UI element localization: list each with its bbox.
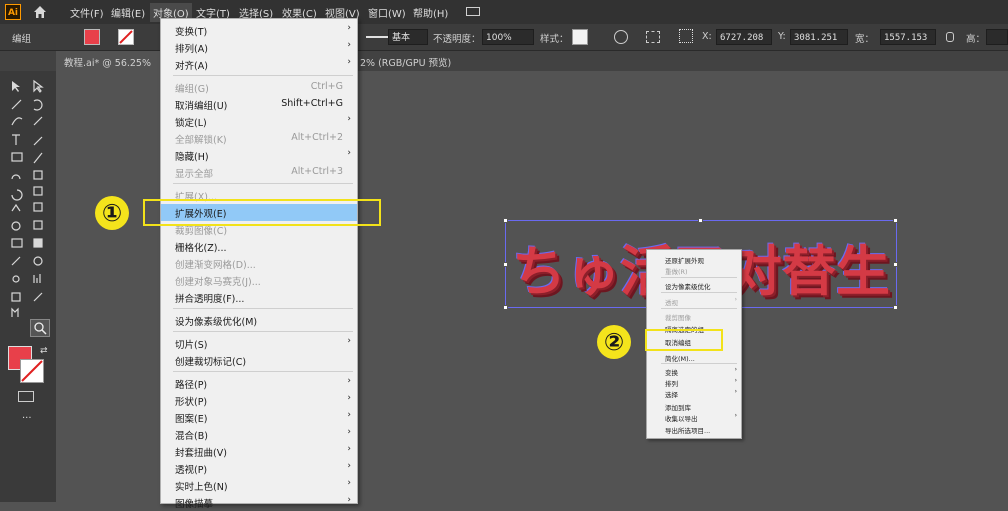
- width-input[interactable]: 1557.153: [880, 29, 936, 45]
- ctx-undo-expand-appearance[interactable]: 还原扩展外观: [647, 254, 741, 265]
- control-bar: 编组 基本 不透明度： 100% 样式： X: 6727.208 Y: 3081…: [0, 24, 1008, 51]
- menu-item-pattern[interactable]: 图案(E) ›: [161, 409, 357, 426]
- ctx-separator: [661, 292, 737, 293]
- home-icon[interactable]: [32, 4, 48, 20]
- recolor-icon[interactable]: [614, 30, 628, 44]
- reference-point-icon[interactable]: [679, 29, 693, 43]
- ctx-pixel-perfect[interactable]: 设为像素级优化: [647, 280, 741, 291]
- menu-item-gradient-mesh[interactable]: 创建渐变网格(D)...: [161, 255, 357, 272]
- menu-item-lock[interactable]: 锁定(L) ›: [161, 113, 357, 130]
- ctx-separator: [661, 363, 737, 364]
- selection-handle[interactable]: [893, 262, 898, 267]
- menu-item-live-paint[interactable]: 实时上色(N) ›: [161, 477, 357, 494]
- opacity-input[interactable]: 100%: [482, 29, 534, 45]
- height-label: 高：: [966, 34, 986, 45]
- menu-item-align[interactable]: 对齐(A) ›: [161, 56, 357, 73]
- menu-item-pixel-perfect[interactable]: 设为像素级优化(M): [161, 312, 357, 329]
- selection-handle[interactable]: [698, 218, 703, 223]
- menu-item-shape[interactable]: 形状(P) ›: [161, 392, 357, 409]
- document-tab-suffix: 2% (RGB/GPU 预览): [360, 58, 452, 69]
- selection-handle[interactable]: [503, 262, 508, 267]
- selection-handle[interactable]: [503, 305, 508, 310]
- selection-type-label: 编组: [12, 34, 32, 45]
- fill-swatch[interactable]: [84, 29, 100, 45]
- app-logo: Ai: [5, 4, 21, 20]
- menu-separator: [173, 75, 353, 76]
- ctx-separator: [661, 308, 737, 309]
- menu-item-object-mosaic[interactable]: 创建对象马赛克(J)...: [161, 272, 357, 289]
- menu-item-rasterize[interactable]: 栅格化(Z)...: [161, 238, 357, 255]
- ctx-add-to-library[interactable]: 添加到库: [647, 401, 741, 412]
- menu-item-image-trace[interactable]: 图像描摹 ›: [161, 494, 357, 511]
- height-input[interactable]: [986, 29, 1008, 45]
- menu-item-show-all[interactable]: 显示全部 Alt+Ctrl+3: [161, 164, 357, 181]
- menu-item-group[interactable]: 编组(G) Ctrl+G: [161, 79, 357, 96]
- menu-item-unlock-all[interactable]: 全部解锁(K) Alt+Ctrl+2: [161, 130, 357, 147]
- document-tab-title: 教程.ai* @ 56.25%: [64, 58, 151, 69]
- style-label: 样式：: [540, 34, 569, 45]
- x-input[interactable]: 6727.208: [716, 29, 772, 45]
- opacity-label: 不透明度：: [433, 34, 481, 45]
- workspace-icon[interactable]: [466, 7, 480, 16]
- y-input[interactable]: 3081.251: [790, 29, 848, 45]
- ctx-select[interactable]: 选择 ›: [647, 388, 741, 399]
- selection-handle[interactable]: [893, 305, 898, 310]
- menu-bar: Ai 文件(F) 编辑(E) 对象(O) 文字(T) 选择(S) 效果(C) 视…: [0, 0, 1008, 24]
- menu-item-perspective[interactable]: 透视(P) ›: [161, 460, 357, 477]
- document-tab-bar: 教程.ai* @ 56.25% 2% (RGB/GPU 预览): [0, 51, 1008, 71]
- ctx-transform[interactable]: 变换 ›: [647, 366, 741, 377]
- menu-item-envelope-distort[interactable]: 封套扭曲(V) ›: [161, 443, 357, 460]
- menu-file[interactable]: 文件(F): [70, 5, 104, 20]
- annotation-highlight-1: [143, 199, 381, 226]
- no-stroke-large-icon: [21, 360, 43, 382]
- menu-separator: [173, 371, 353, 372]
- menu-item-trim-marks[interactable]: 创建裁切标记(C): [161, 352, 357, 369]
- menu-item-transform[interactable]: 变换(T) ›: [161, 22, 357, 39]
- ctx-crop-image[interactable]: 裁剪图像: [647, 311, 741, 322]
- menu-edit[interactable]: 编辑(E): [111, 5, 145, 20]
- ctx-arrange[interactable]: 排列 ›: [647, 377, 741, 388]
- menu-help[interactable]: 帮助(H): [413, 5, 448, 20]
- object-menu-dropdown: 变换(T) › 排列(A) › 对齐(A) › 编组(G) Ctrl+G 取消编组(U)…: [160, 18, 358, 510]
- menu-item-flatten-transparency[interactable]: 拼合透明度(F)...: [161, 289, 357, 306]
- swap-colors-icon[interactable]: ⇄: [40, 346, 48, 356]
- annotation-badge-2: ②: [597, 325, 631, 359]
- zoom-tool-selected[interactable]: [30, 319, 50, 337]
- selection-handle[interactable]: [503, 218, 508, 223]
- ctx-perspective[interactable]: 透视 ›: [647, 296, 741, 307]
- ctx-collect-for-export[interactable]: 收集以导出 ›: [647, 412, 741, 423]
- stroke-preview: [366, 36, 388, 38]
- screen-mode-icon[interactable]: [18, 391, 34, 402]
- annotation-highlight-2: [645, 329, 723, 351]
- selection-handle[interactable]: [893, 218, 898, 223]
- tools-panel: ⇄ ···: [0, 71, 56, 502]
- width-label: 宽：: [855, 34, 875, 45]
- menu-item-hide[interactable]: 隐藏(H) ›: [161, 147, 357, 164]
- menu-item-path[interactable]: 路径(P) ›: [161, 375, 357, 392]
- menu-item-slice[interactable]: 切片(S) ›: [161, 335, 357, 352]
- menu-separator: [173, 308, 353, 309]
- ctx-simplify[interactable]: 简化(M)...: [647, 352, 741, 363]
- more-tools-icon[interactable]: ···: [22, 413, 32, 424]
- annotation-badge-1: ①: [95, 196, 129, 230]
- menu-item-blend[interactable]: 混合(B) ›: [161, 426, 357, 443]
- y-label: Y:: [778, 31, 786, 42]
- menu-separator: [173, 331, 353, 332]
- ctx-separator: [661, 277, 737, 278]
- menu-window[interactable]: 窗口(W): [368, 5, 406, 20]
- menu-item-arrange[interactable]: 排列(A) ›: [161, 39, 357, 56]
- align-icon[interactable]: [646, 31, 660, 43]
- x-label: X:: [702, 31, 712, 42]
- no-stroke-icon: [119, 30, 133, 44]
- graphic-style-swatch[interactable]: [572, 29, 588, 45]
- stroke-style-select[interactable]: 基本: [388, 29, 428, 45]
- link-icon[interactable]: [946, 32, 954, 42]
- ctx-redo[interactable]: 重做(R): [647, 265, 741, 276]
- ctx-export-selection[interactable]: 导出所选项目...: [647, 424, 741, 435]
- zoom-icon: [34, 322, 47, 335]
- menu-separator: [173, 183, 353, 184]
- tool-icons[interactable]: [10, 79, 50, 349]
- menu-item-ungroup[interactable]: 取消编组(U) Shift+Ctrl+G: [161, 96, 357, 113]
